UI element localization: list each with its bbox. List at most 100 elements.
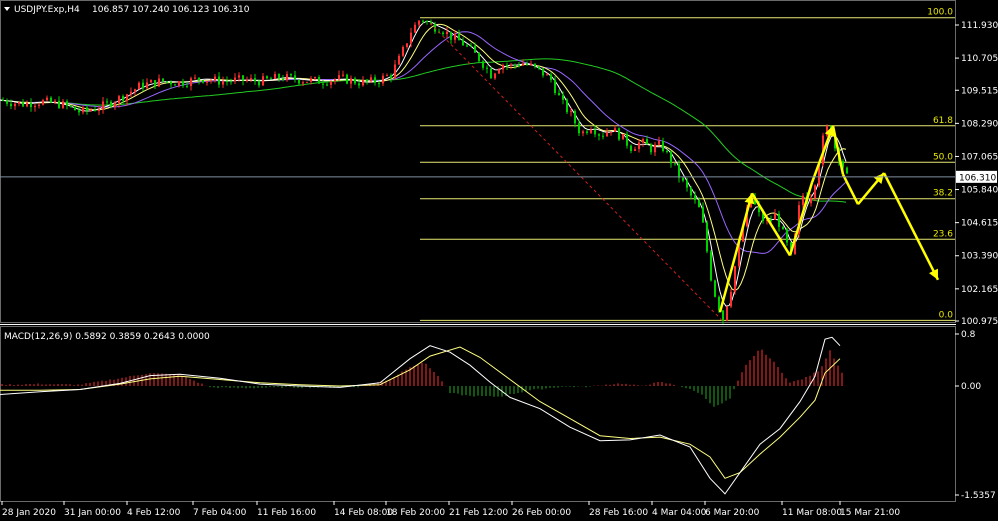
candle-body xyxy=(510,64,512,66)
arrow-segment[interactable] xyxy=(841,173,860,205)
candle-body xyxy=(550,74,552,80)
price-tick-label: 105.840 xyxy=(961,186,998,196)
candle-body xyxy=(498,69,500,74)
triangle-down-icon[interactable] xyxy=(4,7,10,11)
candle-body xyxy=(702,207,704,223)
macd-tick-label: 0.8 xyxy=(961,330,976,340)
ma-mid-line xyxy=(0,23,847,292)
candle-body xyxy=(50,97,52,103)
arrow-segment[interactable] xyxy=(718,193,754,313)
candle-body xyxy=(126,94,128,101)
price-tick-label: 102.165 xyxy=(961,285,998,295)
candle-body xyxy=(102,101,104,110)
macd-axis: 0.8 0.00 -1.5357 xyxy=(955,330,996,501)
candle-body xyxy=(334,79,336,82)
candle-body xyxy=(54,100,56,103)
trading-chart[interactable]: 100.0 61.8 50.0 38.2 23.6 0.0 111.930 110.705 1… xyxy=(0,0,998,521)
candle-body xyxy=(86,107,88,111)
candle-body xyxy=(374,77,376,83)
candle-body xyxy=(330,81,332,85)
candle-body xyxy=(574,111,576,124)
candle-body xyxy=(786,229,788,243)
candle-body xyxy=(522,63,524,66)
candle-body xyxy=(338,75,340,80)
candle-body xyxy=(326,84,328,86)
candle-body xyxy=(62,101,64,108)
fib-label-4: 23.6 xyxy=(933,229,953,239)
candle-body xyxy=(58,100,60,108)
candle-body xyxy=(2,100,4,102)
candle-body xyxy=(450,31,452,40)
arrow-segment[interactable] xyxy=(882,172,940,281)
candle-body xyxy=(654,144,656,153)
candle-body xyxy=(642,139,644,143)
fib-label-0: 100.0 xyxy=(927,8,953,18)
candle-body xyxy=(354,78,356,84)
candle-body xyxy=(486,67,488,69)
candle-body xyxy=(406,43,408,47)
candle-body xyxy=(358,83,360,86)
candle-body xyxy=(538,66,540,69)
macd-indicator xyxy=(0,336,843,495)
candle-body xyxy=(314,77,316,79)
candle-body xyxy=(514,64,516,66)
symbol-label: USDJPY.Exp,H4 xyxy=(14,5,80,15)
candle-body xyxy=(130,91,132,95)
candle-body xyxy=(270,78,272,80)
candle-body xyxy=(558,93,560,96)
candle-body xyxy=(626,134,628,146)
candle-body xyxy=(410,32,412,44)
time-tick-label: 4 Feb 12:00 xyxy=(127,508,181,518)
candle-body xyxy=(694,195,696,201)
candle-body xyxy=(114,102,116,107)
candle-body xyxy=(602,135,604,137)
candle-body xyxy=(506,65,508,67)
candle-body xyxy=(242,75,244,81)
fib-label-1: 61.8 xyxy=(933,116,953,126)
candle-body xyxy=(526,63,528,65)
candle-body xyxy=(662,141,664,152)
time-tick-label: 31 Jan 00:00 xyxy=(64,508,121,518)
candle-body xyxy=(606,132,608,137)
fib-label-5: 0.0 xyxy=(939,310,954,320)
candle-body xyxy=(190,78,192,86)
candle-body xyxy=(94,110,96,112)
candle-body xyxy=(650,144,652,153)
candle-body xyxy=(98,109,100,111)
candle-body xyxy=(566,99,568,113)
candle-body xyxy=(282,78,284,80)
candle-body xyxy=(222,81,224,85)
time-tick-label: 18 Feb 20:00 xyxy=(386,508,445,518)
macd-signal-line xyxy=(0,346,841,479)
candle-body xyxy=(482,61,484,68)
candle-body xyxy=(706,222,708,252)
candle-body xyxy=(726,306,728,321)
candlesticks xyxy=(2,19,848,324)
candle-body xyxy=(26,102,28,107)
candle-body xyxy=(34,105,36,108)
candle-body xyxy=(214,76,216,81)
arrow-segment[interactable] xyxy=(750,192,792,257)
current-price-label: 106.310 xyxy=(959,173,996,183)
candle-body xyxy=(146,82,148,89)
candle-body xyxy=(14,103,16,107)
price-tick-label: 108.290 xyxy=(961,119,998,129)
chart-svg[interactable]: 100.0 61.8 50.0 38.2 23.6 0.0 111.930 110.705 1… xyxy=(0,0,998,521)
candle-body xyxy=(734,266,736,292)
candle-body xyxy=(390,75,392,78)
candle-body xyxy=(158,78,160,87)
candle-body xyxy=(718,296,720,311)
candle-body xyxy=(778,213,780,227)
candle-body xyxy=(322,83,324,85)
candle-body xyxy=(610,131,612,133)
candle-body xyxy=(230,81,232,83)
forecast-arrows[interactable] xyxy=(718,125,940,313)
candle-body xyxy=(710,251,712,281)
candle-body xyxy=(490,68,492,79)
price-tick-label: 103.390 xyxy=(961,252,998,262)
candle-body xyxy=(110,101,112,107)
candle-body xyxy=(42,100,44,105)
candle-body xyxy=(474,45,476,53)
candle-body xyxy=(446,31,448,35)
candle-body xyxy=(418,20,420,25)
